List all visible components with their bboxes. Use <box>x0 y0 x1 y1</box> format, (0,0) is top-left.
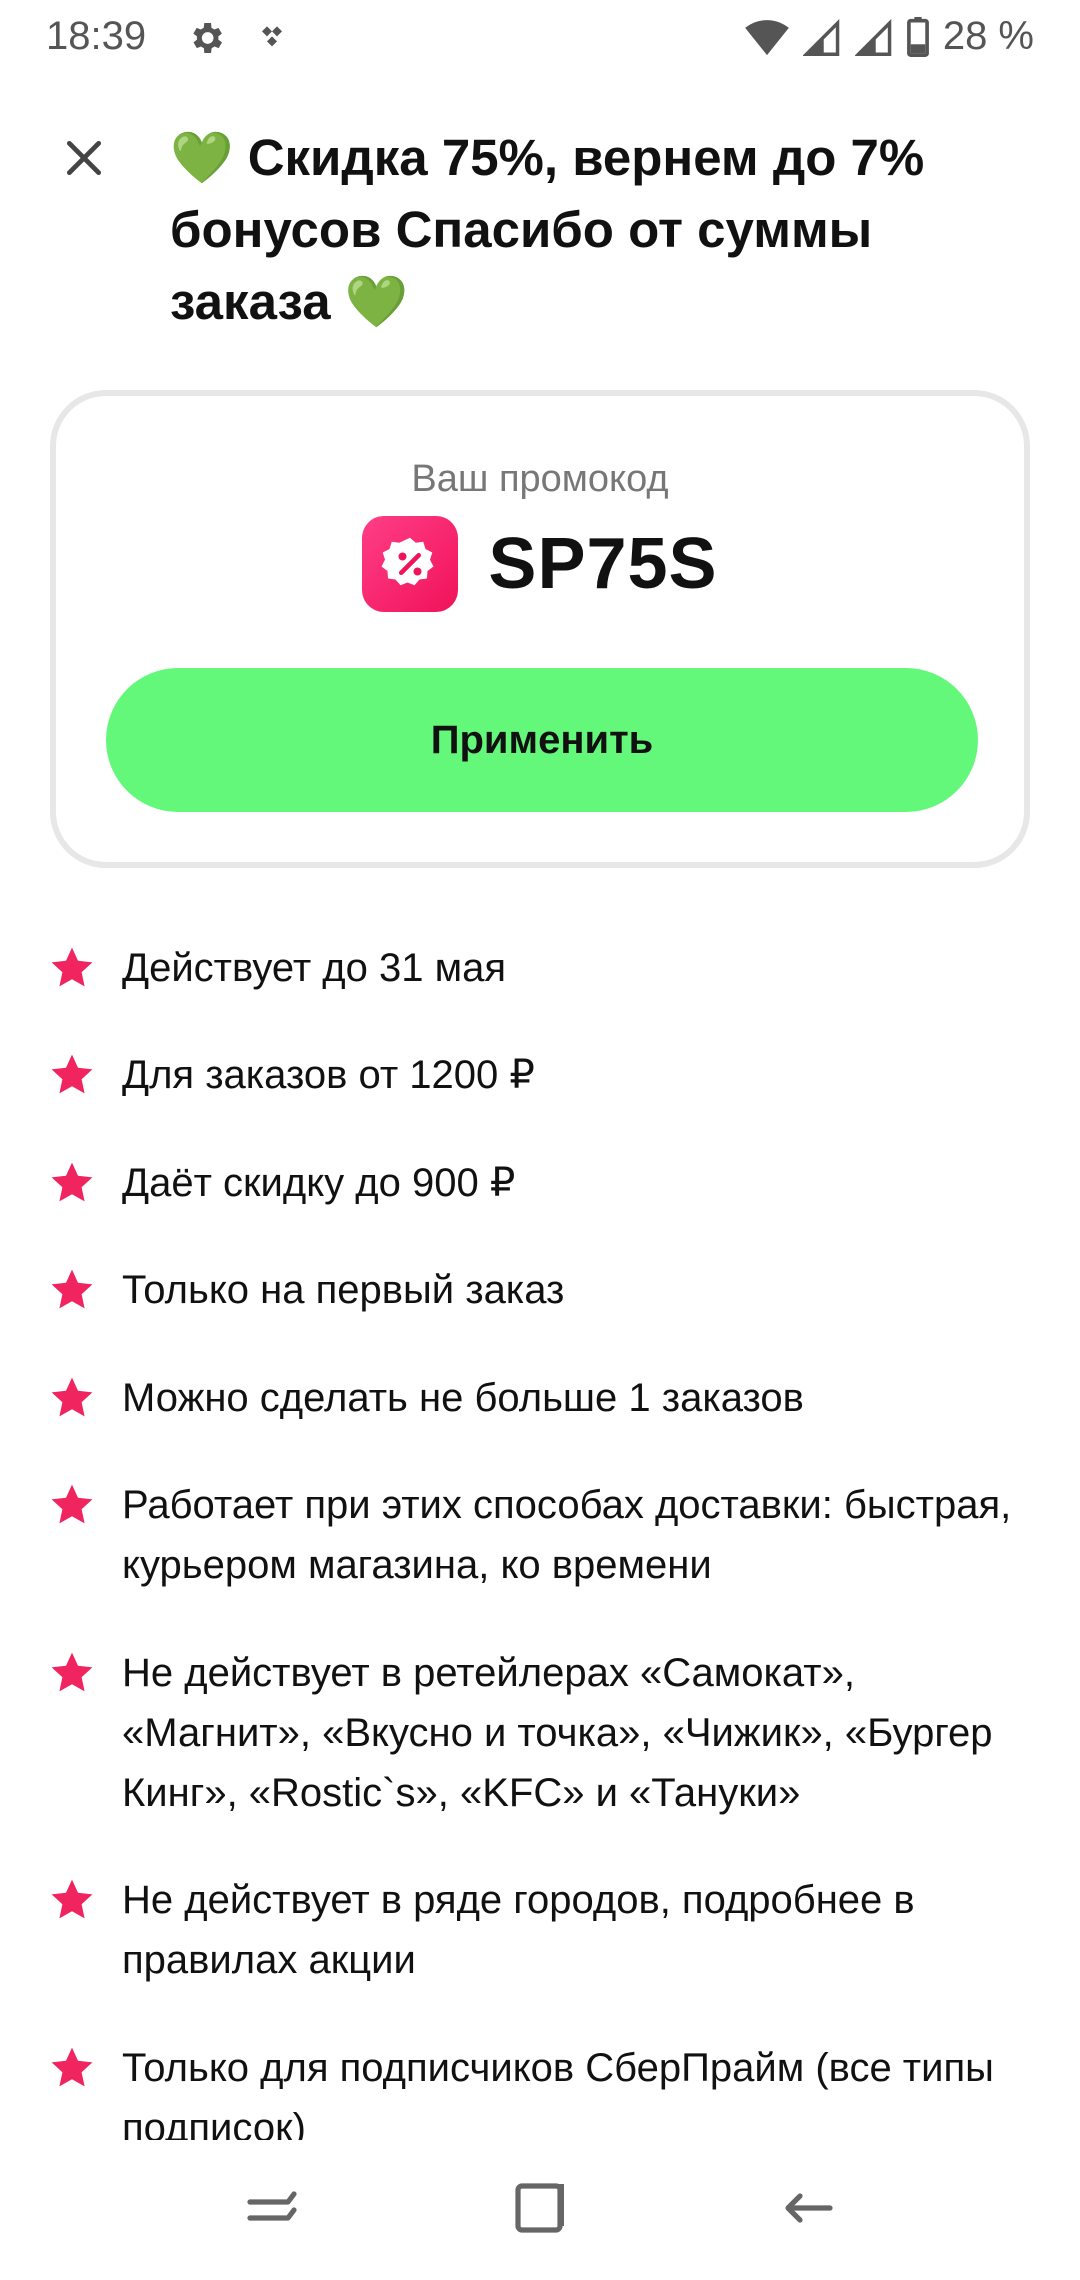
star-icon <box>51 1484 93 1524</box>
star-icon <box>51 1377 93 1417</box>
status-bar: 18:39 28 % <box>0 0 1080 78</box>
page-title: 💚 Скидка 75%, вернем до 7% бонусов Спаси… <box>170 122 1030 338</box>
back-button[interactable] <box>768 2170 848 2250</box>
list-item: Можно сделать не больше 1 заказов <box>48 1368 1038 1428</box>
status-time: 18:39 <box>46 14 147 58</box>
signal-icon <box>802 17 841 57</box>
heart-emoji: 💚 <box>170 129 234 186</box>
gear-icon <box>186 18 226 63</box>
list-item: Действует до 31 мая <box>48 938 1038 998</box>
promo-code: SP75S <box>488 524 718 604</box>
promo-label: Ваш промокод <box>411 458 669 500</box>
title-text: Скидка 75%, вернем до 7% бонусов Спасибо… <box>170 129 925 330</box>
star-icon <box>51 947 93 987</box>
condition-text: Только на первый заказ <box>122 1268 565 1312</box>
promo-card: Ваш промокод SP75S Применить <box>50 390 1030 868</box>
recent-apps-button[interactable] <box>232 2170 312 2250</box>
star-icon <box>51 1269 93 1309</box>
list-item: Работает при этих способах доставки: быс… <box>48 1475 1038 1595</box>
condition-text: Не действует в ретейлерах «Самокат», «Ма… <box>122 1651 993 1815</box>
signal-icon <box>854 17 893 57</box>
condition-text: Действует до 31 мая <box>122 946 506 990</box>
battery-percent: 28 % <box>942 14 1034 58</box>
star-icon <box>51 1879 93 1919</box>
list-item: Не действует в ряде городов, подробнее в… <box>48 1870 1038 1990</box>
promo-code-row: SP75S <box>56 516 1024 612</box>
conditions-list: Действует до 31 мая Для заказов от 1200 … <box>0 920 1080 2140</box>
wifi-icon <box>745 17 789 57</box>
apply-button[interactable]: Применить <box>106 668 978 812</box>
status-right: 28 % <box>745 14 1034 59</box>
close-icon <box>62 136 106 185</box>
back-icon <box>780 2180 836 2241</box>
home-button[interactable] <box>500 2170 580 2250</box>
discount-badge-icon <box>362 516 459 612</box>
condition-text: Работает при этих способах доставки: быс… <box>122 1483 1012 1587</box>
home-icon <box>512 2180 568 2241</box>
star-icon <box>51 2047 93 2087</box>
star-icon <box>51 1162 93 1202</box>
close-button[interactable] <box>52 128 116 192</box>
list-item: Не действует в ретейлерах «Самокат», «Ма… <box>48 1643 1038 1823</box>
navigation-bar <box>0 2140 1080 2280</box>
recent-apps-icon <box>244 2180 300 2241</box>
notification-app-icon <box>252 18 292 63</box>
condition-text: Не действует в ряде городов, подробнее в… <box>122 1878 915 1982</box>
list-item: Только на первый заказ <box>48 1260 1038 1320</box>
star-icon <box>51 1054 93 1094</box>
list-item: Даёт скидку до 900 ₽ <box>48 1153 1038 1213</box>
star-icon <box>51 1652 93 1692</box>
list-item: Только для подписчиков СберПрайм (все ти… <box>48 2038 1038 2140</box>
condition-text: Только для подписчиков СберПрайм (все ти… <box>122 2046 994 2140</box>
condition-text: Для заказов от 1200 ₽ <box>122 1053 535 1097</box>
status-left-icons <box>186 18 292 63</box>
heart-emoji: 💚 <box>344 273 409 330</box>
condition-text: Можно сделать не больше 1 заказов <box>122 1376 804 1420</box>
condition-text: Даёт скидку до 900 ₽ <box>122 1161 516 1205</box>
list-item: Для заказов от 1200 ₽ <box>48 1045 1038 1105</box>
battery-icon <box>906 16 929 57</box>
